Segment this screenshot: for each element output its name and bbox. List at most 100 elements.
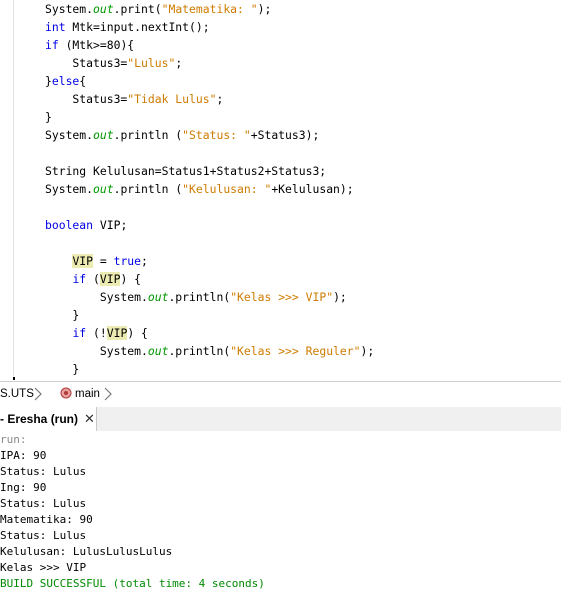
code-line: Status3="Tidak Lulus";: [45, 90, 223, 108]
console-line: Status: Lulus: [0, 465, 87, 478]
code-token: );: [360, 344, 375, 358]
highlighted-token: VIP: [106, 326, 128, 340]
code-token: int: [45, 20, 66, 34]
code-token: .println (: [113, 128, 183, 142]
console-line: Status: Lulus: [0, 497, 87, 510]
code-line: int Mtk=input.nextInt();: [45, 18, 210, 36]
code-token: ;: [141, 254, 148, 268]
code-line: if (Mtk>=80){: [45, 36, 134, 54]
code-token: .println (: [113, 182, 183, 196]
breadcrumb-class[interactable]: S.UTS: [0, 386, 34, 402]
code-line: System.out.println("Kelas >>> VIP");: [45, 288, 347, 306]
code-line: if (VIP) {: [45, 270, 141, 288]
code-token: "Status: ": [182, 128, 251, 142]
code-line: }: [45, 360, 79, 378]
code-token: (!: [86, 326, 107, 340]
text-caret: [13, 377, 15, 380]
console-line: run:: [0, 433, 27, 446]
code-token: out: [147, 290, 169, 304]
console-line: IPA: 90: [0, 449, 47, 462]
code-token: boolean: [45, 218, 94, 232]
close-icon[interactable]: ✕: [84, 407, 95, 431]
tab-output-label: - Eresha (run): [0, 412, 79, 426]
output-console[interactable]: run: IPA: 90 Status: Lulus Ing: 90 Status: L…: [0, 431, 561, 611]
console-line: Status: Lulus: [0, 529, 87, 542]
highlighted-token: VIP: [72, 254, 94, 268]
code-line: String Kelulusan=Status1+Status2+Status3…: [45, 162, 326, 180]
code-token: ;: [175, 56, 183, 70]
code-token: if: [45, 38, 59, 52]
code-token: =: [93, 254, 114, 268]
code-token: +Kelulusan);: [271, 182, 354, 196]
code-token: (Mtk>=80){: [58, 38, 135, 52]
code-token: .println(: [168, 344, 231, 358]
code-token: out: [93, 128, 114, 142]
code-token: }: [45, 74, 52, 88]
code-token: "Lulus": [127, 56, 176, 70]
code-token: "Kelulusan: ": [182, 182, 272, 196]
code-token: Mtk=input.nextInt();: [65, 20, 210, 34]
code-token: .print(: [113, 2, 162, 16]
chevron-right-icon: [104, 387, 112, 401]
highlighted-token: VIP: [99, 272, 121, 286]
code-line: Status3="Lulus";: [45, 54, 182, 72]
code-editor[interactable]: System.out.print("Matematika: "); int Mtk…: [0, 0, 561, 380]
code-token: System.: [45, 2, 94, 16]
code-token: "Matematika: ": [161, 2, 258, 16]
console-line: Kelas >>> VIP: [0, 561, 87, 574]
code-token: "Tidak Lulus": [127, 92, 217, 106]
code-token: VIP;: [93, 218, 128, 232]
tab-output-run[interactable]: - Eresha (run) ✕: [0, 407, 97, 431]
console-line: Ing: 90: [0, 481, 47, 494]
code-line: System.out.println("Kelas >>> Reguler");: [45, 342, 374, 360]
code-token: }: [45, 110, 52, 124]
code-line: System.out.println ("Status: "+Status3);: [45, 126, 319, 144]
code-token: true: [113, 254, 142, 268]
code-token: }: [45, 362, 80, 376]
code-line: }: [45, 108, 52, 126]
navigation-breadcrumb: S.UTS main: [0, 381, 561, 408]
code-token: out: [93, 182, 114, 196]
code-token: Status3=: [45, 56, 128, 70]
code-token: {: [79, 74, 87, 88]
console-line: Matematika: 90: [0, 513, 93, 526]
code-token: .println(: [168, 290, 231, 304]
code-token: out: [93, 2, 114, 16]
code-line: VIP = true;: [45, 252, 148, 270]
code-token: ;: [216, 92, 224, 106]
indent-guide: [13, 0, 14, 380]
code-token: if: [72, 272, 87, 286]
code-token: if: [72, 326, 87, 340]
console-line: Kelulusan: LulusLulusLulus: [0, 545, 173, 558]
code-token: }: [45, 308, 80, 322]
method-icon: [60, 387, 72, 399]
code-line: if (!VIP) {: [45, 324, 148, 342]
code-line: System.out.println ("Kelulusan: "+Kelulu…: [45, 180, 354, 198]
console-line: BUILD SUCCESSFUL (total time: 4 seconds): [0, 577, 265, 590]
code-line: System.out.print("Matematika: ");: [45, 0, 271, 18]
code-token: "Kelas >>> Reguler": [230, 344, 361, 358]
code-token: out: [147, 344, 169, 358]
code-token: String Kelulusan=Status1+Status2+Status3…: [45, 164, 327, 178]
code-token: System.: [45, 182, 94, 196]
chevron-right-icon: [34, 387, 42, 401]
code-token: ) {: [120, 272, 142, 286]
code-token: System.: [45, 128, 94, 142]
code-token: );: [333, 290, 347, 304]
code-token: System.: [45, 344, 148, 358]
code-token: else: [51, 74, 80, 88]
code-token: );: [257, 2, 272, 16]
code-token: (: [86, 272, 100, 286]
code-token: Status3=: [45, 92, 128, 106]
breadcrumb-method[interactable]: main: [75, 386, 100, 402]
code-token: "Kelas >>> VIP": [230, 290, 334, 304]
code-token: ) {: [127, 326, 148, 340]
code-token: +Status3);: [250, 128, 320, 142]
code-line: boolean VIP;: [45, 216, 127, 234]
code-line: }else{: [45, 72, 86, 90]
output-tab-bar: - Eresha (run) ✕: [0, 407, 561, 432]
code-token: System.: [45, 290, 148, 304]
